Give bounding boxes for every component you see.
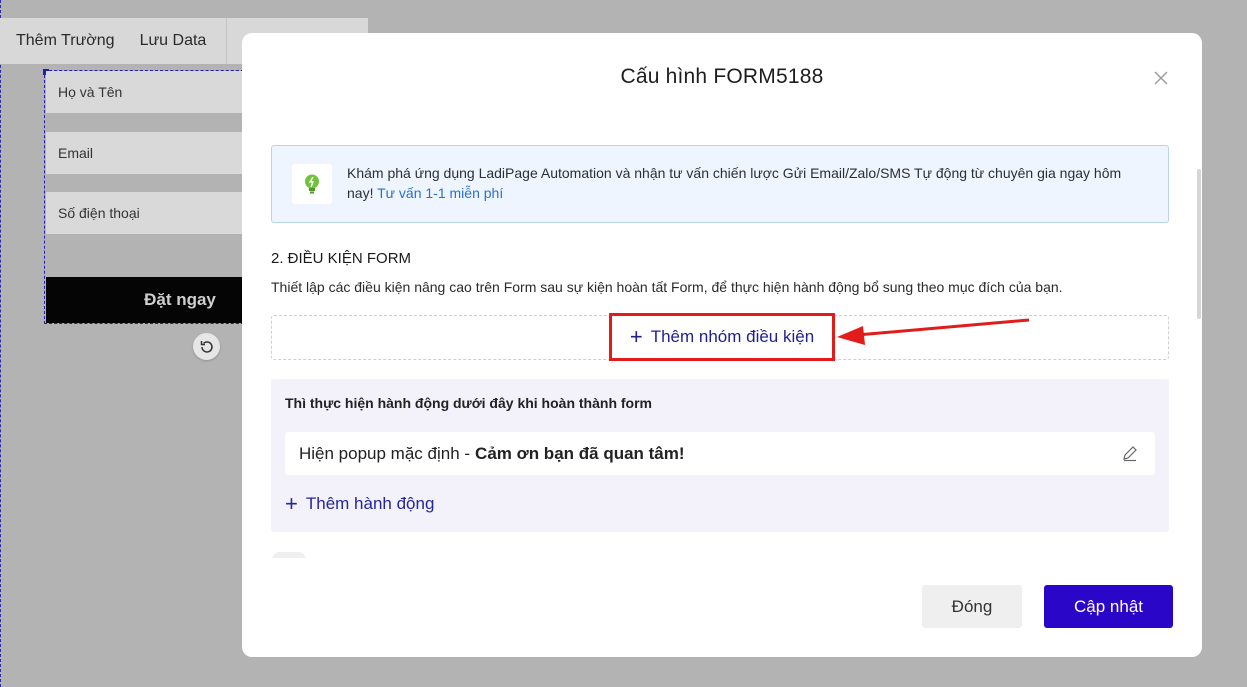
section-title: 2. ĐIỀU KIỆN FORM xyxy=(271,250,412,267)
automation-info-banner: Khám phá ứng dụng LadiPage Automation và… xyxy=(271,145,1169,223)
add-condition-group-label: Thêm nhóm điều kiện xyxy=(650,327,815,346)
action-item-detail: Cảm ơn bạn đã quan tâm! xyxy=(475,443,685,463)
toolbar-divider xyxy=(226,18,227,64)
annotation-arrow xyxy=(837,318,1030,345)
update-button[interactable]: Cập nhật xyxy=(1044,585,1173,628)
rotate-icon[interactable] xyxy=(193,333,220,360)
lightbulb-icon xyxy=(292,164,332,204)
actions-heading: Thì thực hiện hành động dưới đây khi hoà… xyxy=(285,395,652,411)
action-item[interactable]: Hiện popup mặc định - Cảm ơn bạn đã quan… xyxy=(285,432,1155,475)
add-field-button[interactable]: Thêm Trường xyxy=(16,32,115,50)
modal-title: Cấu hình FORM5188 xyxy=(620,65,824,88)
section-description: Thiết lập các điều kiện nâng cao trên Fo… xyxy=(271,279,1063,295)
form-field-name[interactable]: Họ và Tên xyxy=(46,71,254,113)
canvas-guide-line xyxy=(0,0,1,687)
form-field-phone[interactable]: Số điện thoại xyxy=(46,192,254,234)
pencil-icon[interactable] xyxy=(1121,444,1139,462)
add-action-label: Thêm hành động xyxy=(305,494,435,513)
free-consult-link[interactable]: Tư vấn 1-1 miễn phí xyxy=(377,185,503,201)
plus-icon: + xyxy=(629,324,643,349)
save-data-button[interactable]: Lưu Data xyxy=(140,32,207,50)
action-item-type: Hiện popup mặc định - xyxy=(299,443,471,463)
add-condition-group-button[interactable]: + Thêm nhóm điều kiện xyxy=(609,313,835,361)
actions-panel: Thì thực hiện hành động dưới đây khi hoà… xyxy=(271,379,1169,532)
modal-scrollbar[interactable] xyxy=(1197,169,1201,319)
close-icon[interactable] xyxy=(1152,69,1170,87)
form-submit-button[interactable]: Đặt ngay xyxy=(46,277,254,323)
toggle-switch[interactable] xyxy=(273,552,305,558)
form-element[interactable]: Họ và Tên Email Số điện thoại Đặt ngay xyxy=(43,69,254,324)
info-text: Khám phá ứng dụng LadiPage Automation và… xyxy=(347,163,1147,203)
form-field-email[interactable]: Email xyxy=(46,132,254,174)
form-config-modal: Cấu hình FORM5188 Khám phá ứng dụng Ladi… xyxy=(242,33,1202,657)
add-action-button[interactable]: + Thêm hành động xyxy=(285,493,434,515)
plus-icon: + xyxy=(285,491,298,516)
close-button[interactable]: Đóng xyxy=(922,585,1022,628)
